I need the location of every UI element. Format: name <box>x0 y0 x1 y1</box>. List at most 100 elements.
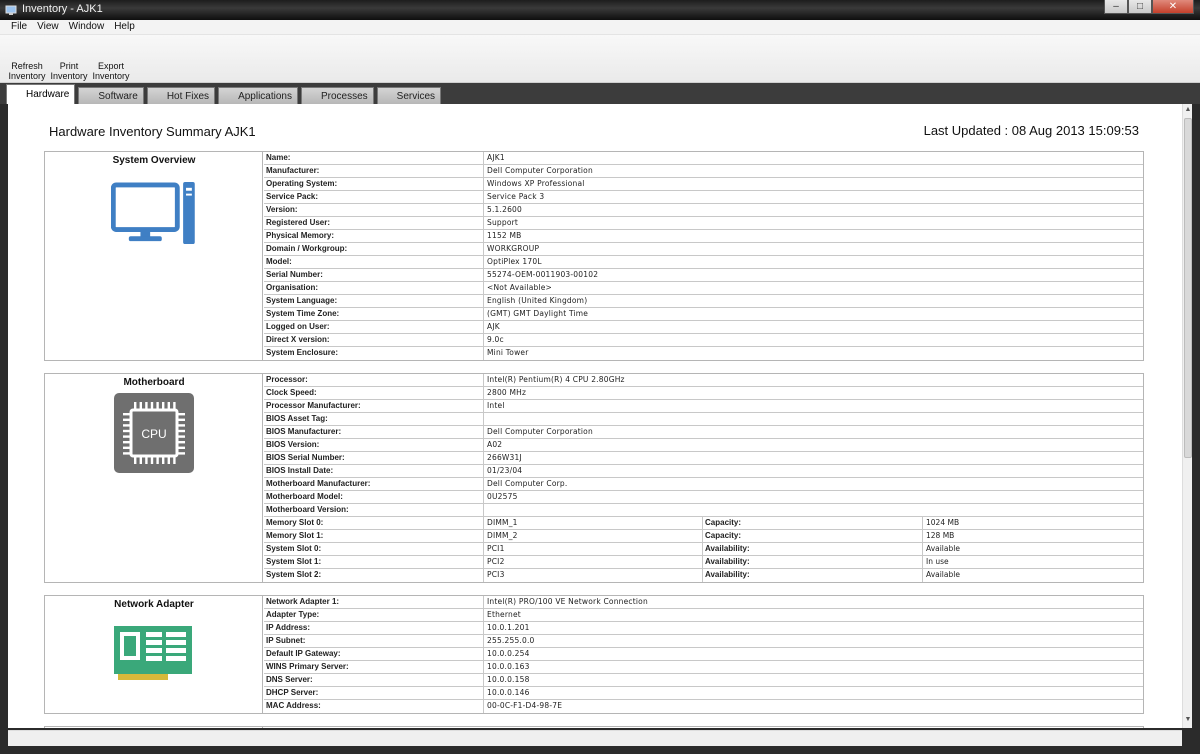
table-row: System Slot 2: PCI3 Availability: Available <box>264 569 1143 582</box>
tab-processes[interactable]: Processes <box>300 87 374 104</box>
tab-applications[interactable]: Applications <box>218 87 298 104</box>
property-label: Registered User: <box>264 217 484 229</box>
table-row: Serial Number: 55274-OEM-0011903-00102 <box>264 269 1143 282</box>
horizontal-scrollbar[interactable] <box>8 730 1182 746</box>
window-frame-right <box>1192 104 1200 754</box>
table-row: Adapter Type: Ethernet <box>264 609 1143 622</box>
property-value: 0U2575 <box>487 492 518 501</box>
vertical-scrollbar[interactable]: ▲ ▼ <box>1182 104 1192 728</box>
computer-monitor-icon <box>110 182 195 245</box>
property-label: Motherboard Manufacturer: <box>264 478 484 490</box>
property-table: Network Adapter 1: Intel(R) PRO/100 VE Ne… <box>264 596 1143 713</box>
property-label: Capacity: <box>703 530 923 542</box>
property-value: 10.0.1.201 <box>487 623 530 632</box>
property-label: Version: <box>264 204 484 216</box>
property-value <box>484 413 1143 425</box>
table-row: Motherboard Model: 0U2575 <box>264 491 1143 504</box>
table-row: Version: 5.1.2600 <box>264 204 1143 217</box>
property-value: Available <box>926 570 960 579</box>
property-value: Intel <box>487 401 505 410</box>
table-row: BIOS Install Date: 01/23/04 <box>264 465 1143 478</box>
maximize-button[interactable]: □ <box>1128 0 1152 14</box>
tab-label: Hot Fixes <box>166 90 210 102</box>
section-header-cell: System Overview <box>45 152 263 360</box>
app-icon <box>5 5 17 15</box>
tab-label: Services <box>396 90 436 102</box>
property-value: DIMM_2 <box>484 530 703 542</box>
property-value: Dell Computer Corp. <box>487 479 568 488</box>
property-label: Motherboard Model: <box>264 491 484 503</box>
export-inventory-button[interactable]: Export Inventory <box>90 35 132 83</box>
menu-file[interactable]: File <box>6 20 32 34</box>
property-label: Clock Speed: <box>264 387 484 399</box>
last-updated: Last Updated : 08 Aug 2013 15:09:53 <box>923 123 1139 138</box>
property-value: 255.255.0.0 <box>487 636 535 645</box>
printer-icon <box>56 37 82 61</box>
property-value: 10.0.0.163 <box>487 662 530 671</box>
tab-software[interactable]: Software <box>78 87 144 104</box>
property-label: BIOS Asset Tag: <box>264 413 484 425</box>
print-inventory-button[interactable]: Print Inventory <box>48 35 90 83</box>
property-value: 2800 MHz <box>487 388 527 397</box>
tab-hot-fixes[interactable]: Hot Fixes <box>146 87 216 104</box>
property-label: DHCP Server: <box>264 687 484 699</box>
table-row: Direct X version: 9.0c <box>264 334 1143 347</box>
window-title: Inventory - AJK1 <box>22 3 103 15</box>
property-label: BIOS Install Date: <box>264 465 484 477</box>
table-row: BIOS Asset Tag: <box>264 413 1143 426</box>
property-value: DIMM_1 <box>484 517 703 529</box>
tab-hardware[interactable]: Hardware <box>6 84 76 104</box>
table-row: System Slot 0: PCI1 Availability: Available <box>264 543 1143 556</box>
processes-window-icon <box>305 90 317 102</box>
table-row: System Enclosure: Mini Tower <box>264 347 1143 360</box>
property-label: WINS Primary Server: <box>264 661 484 673</box>
property-label: Adapter Type: <box>264 609 484 621</box>
table-row: System Slot 1: PCI2 Availability: In use <box>264 556 1143 569</box>
property-value: 55274-OEM-0011903-00102 <box>487 270 599 279</box>
property-label: Motherboard Version: <box>264 504 484 516</box>
property-label: Availability: <box>703 556 923 568</box>
table-row: BIOS Version: A02 <box>264 439 1143 452</box>
export-icon <box>98 37 124 61</box>
table-row: Memory Slot 1: DIMM_2 Capacity: 128 MB <box>264 530 1143 543</box>
menu-bar: File View Window Help <box>0 20 1200 35</box>
refresh-icon <box>14 37 40 61</box>
property-value: 128 MB <box>926 531 955 540</box>
tab-services[interactable]: Services <box>376 87 442 104</box>
property-label: Network Adapter 1: <box>264 596 484 608</box>
property-value: 01/23/04 <box>487 466 523 475</box>
table-row: Network Adapter 1: Intel(R) PRO/100 VE Ne… <box>264 596 1143 609</box>
table-row: Memory Slot 0: DIMM_1 Capacity: 1024 MB <box>264 517 1143 530</box>
table-row: Service Pack: Service Pack 3 <box>264 191 1143 204</box>
property-value: PCI2 <box>484 556 703 568</box>
menu-view[interactable]: View <box>32 20 64 34</box>
table-row: Organisation: <Not Available> <box>264 282 1143 295</box>
section-icon-holder <box>114 626 194 687</box>
property-value: (GMT) GMT Daylight Time <box>487 309 589 318</box>
property-value: English (United Kingdom) <box>487 296 588 305</box>
page-title: Hardware Inventory Summary AJK1 <box>49 124 256 139</box>
property-label: Manufacturer: <box>264 165 484 177</box>
table-row: Physical Memory: 1152 MB <box>264 230 1143 243</box>
property-value: <Not Available> <box>487 283 553 292</box>
title-bar: Inventory - AJK1 – □ ✕ <box>0 0 1200 20</box>
menu-help[interactable]: Help <box>109 20 140 34</box>
minimize-button[interactable]: – <box>1104 0 1128 14</box>
toolbar: Refresh Inventory Print Inventory Export Inve… <box>0 35 1200 83</box>
menu-window[interactable]: Window <box>64 20 110 34</box>
close-button[interactable]: ✕ <box>1152 0 1194 14</box>
property-value: 10.0.0.158 <box>487 675 530 684</box>
property-label: Processor Manufacturer: <box>264 400 484 412</box>
toolbar-label: Export <box>97 61 124 71</box>
toolbar-label: Inventory <box>92 71 130 81</box>
property-value: Service Pack 3 <box>487 192 545 201</box>
cpu-label: CPU <box>141 427 166 441</box>
software-globe-icon <box>82 90 94 102</box>
scroll-thumb[interactable] <box>1184 118 1192 458</box>
refresh-inventory-button[interactable]: Refresh Inventory <box>6 35 48 83</box>
hotfix-star-icon <box>151 90 163 102</box>
services-gear-icon <box>381 90 393 102</box>
tab-label: Hardware <box>26 89 70 100</box>
table-row: Registered User: Support <box>264 217 1143 230</box>
property-value: Dell Computer Corporation <box>487 427 593 436</box>
